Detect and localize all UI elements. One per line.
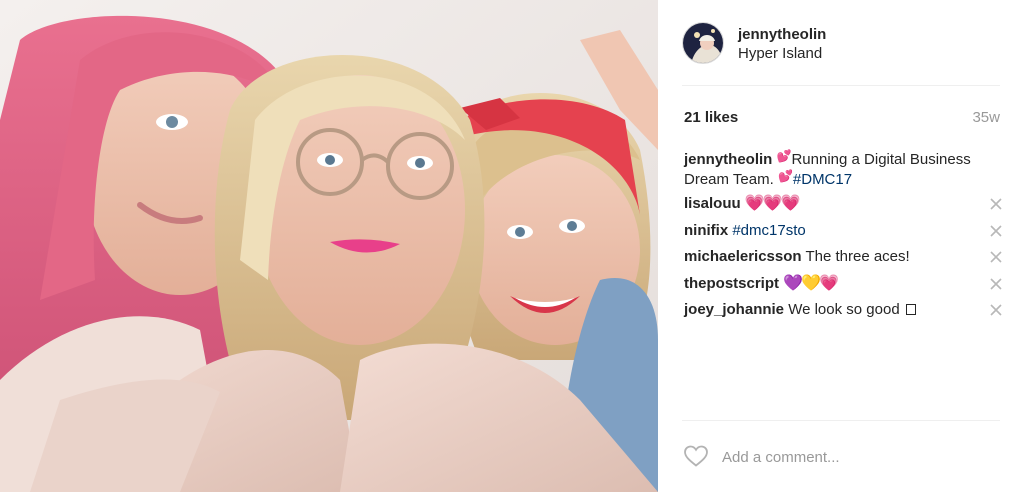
comment-text: The three aces! [805,248,910,265]
comment-item: ninifix #dmc17sto [684,221,1004,248]
close-icon[interactable] [988,276,1004,292]
comment-item: lisalouu 💗💗💗 [684,194,1004,221]
comments-list: jennytheolin 💕Running a Digital Business… [684,149,1004,327]
unknown-emoji-icon [905,304,916,315]
likes-count[interactable]: 21 likes [684,109,738,126]
post-age: 35w [972,109,1000,126]
avatar-image [683,23,723,63]
comment-bar [682,441,1000,473]
comment-username[interactable]: joey_johannie [684,301,784,318]
comment-item: thepostscript 💜💛💗 [684,274,1004,301]
close-icon[interactable] [988,196,1004,212]
comment-username[interactable]: michaelericsson [684,248,802,265]
comment-username[interactable]: lisalouu [684,195,741,212]
comment-item: michaelericsson The three aces! [684,247,1004,274]
header-divider [682,85,1000,86]
photo-illustration [0,0,658,492]
heart-emoji-icon: 💕 [777,169,793,183]
comment-item: joey_johannie We look so good [684,300,1004,327]
post-location[interactable]: Hyper Island [738,45,822,62]
heart-emoji-icon: 💕 [776,149,792,163]
comment-text: We look so good [788,301,900,318]
heart-outline-icon[interactable] [683,444,709,468]
close-icon[interactable] [988,249,1004,265]
close-icon[interactable] [988,223,1004,239]
caption: jennytheolin 💕Running a Digital Business… [684,149,1004,188]
caption-username[interactable]: jennytheolin [684,151,772,168]
post-photo[interactable] [0,0,658,492]
hearts-emoji: 💗💗💗 [744,195,801,212]
hearts-emoji: 💜💛💗 [783,274,839,292]
add-comment-input[interactable] [722,445,992,469]
caption-hashtag[interactable]: #DMC17 [793,171,852,188]
avatar[interactable] [682,22,724,64]
post-username[interactable]: jennytheolin [738,26,826,43]
comment-username[interactable]: thepostscript [684,275,779,292]
post-header: jennytheolin Hyper Island [682,22,1002,66]
comment-username[interactable]: ninifix [684,222,728,239]
close-icon[interactable] [988,302,1004,318]
footer-divider [682,420,1000,421]
post-side-panel: jennytheolin Hyper Island 21 likes 35w j… [658,0,1026,492]
comment-hashtag[interactable]: #dmc17sto [732,222,805,239]
